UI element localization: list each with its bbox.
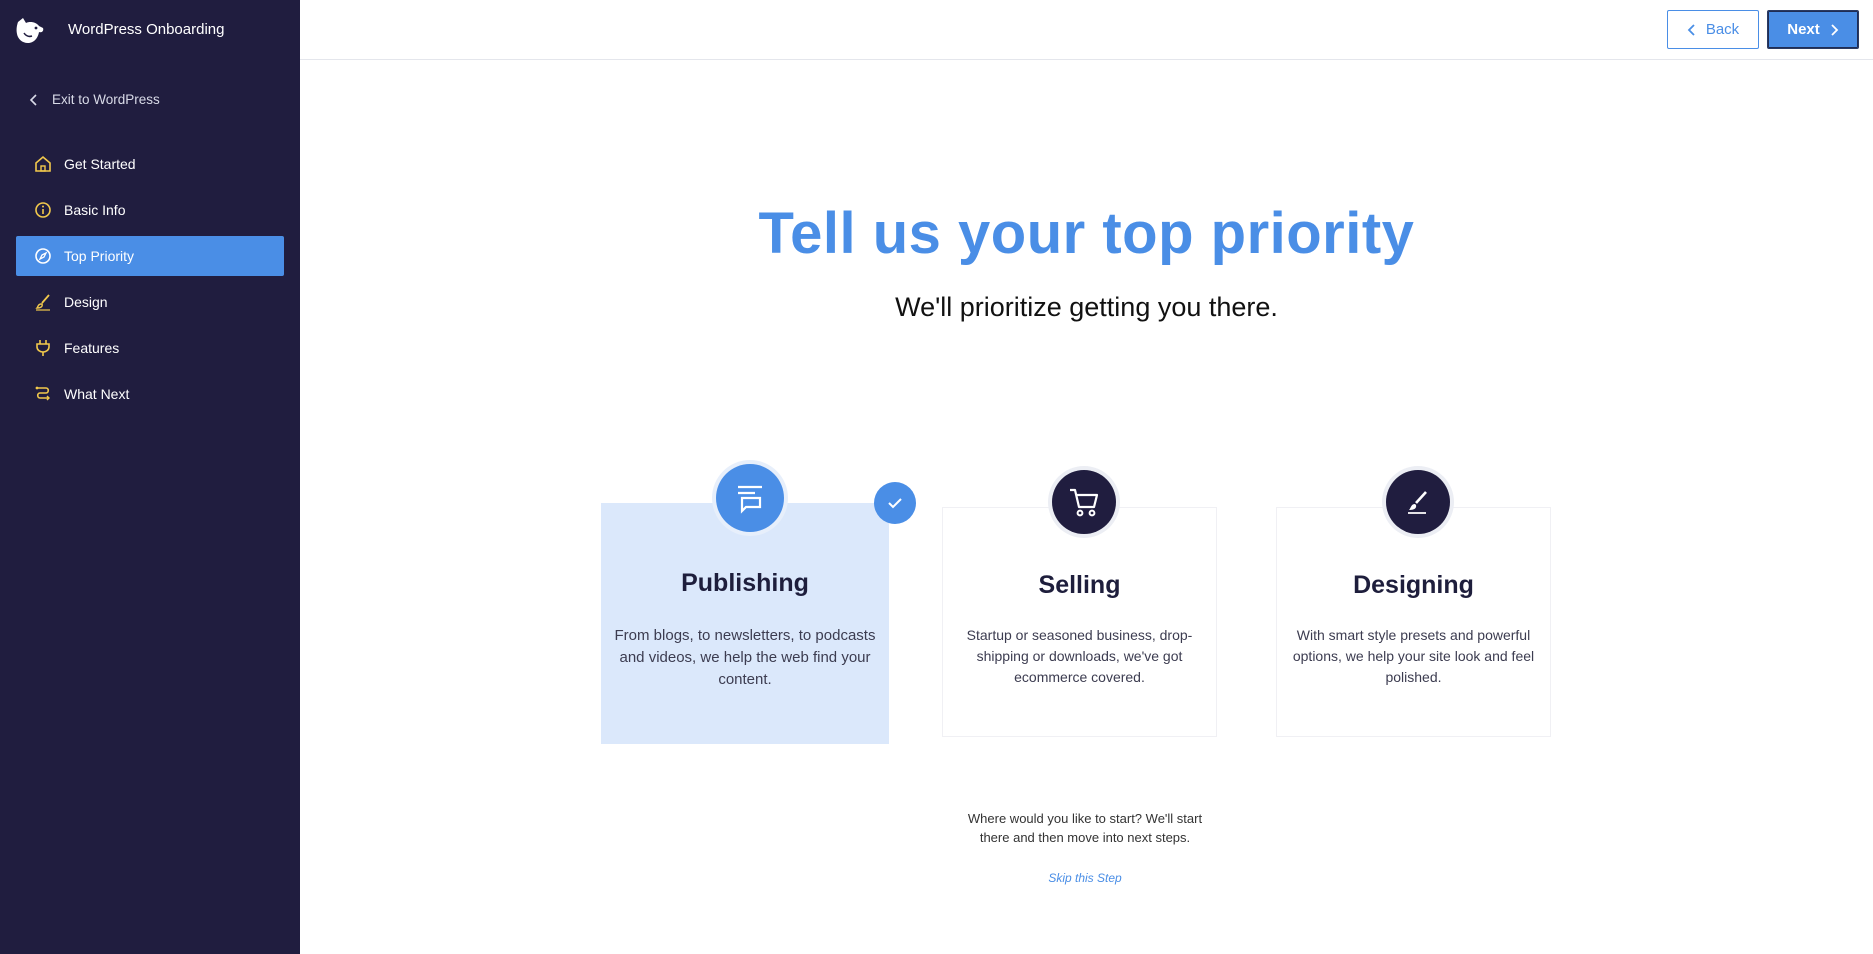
plug-icon [34,339,52,357]
route-icon [34,385,52,403]
chevron-left-icon [29,93,37,106]
priority-card-designing[interactable]: Designing With smart style presets and p… [1276,507,1551,737]
start-hint: Where would you like to start? We'll sta… [967,811,1203,845]
sidebar-item-label: Basic Info [64,202,126,218]
brush-icon [1386,470,1450,534]
next-button[interactable]: Next [1767,10,1859,49]
brush-icon [34,293,52,311]
compass-icon [34,247,52,265]
brand: WordPress Onboarding [14,12,224,48]
card-description: With smart style presets and powerful op… [1292,627,1535,685]
cart-icon [1052,470,1116,534]
sidebar-item-label: What Next [64,386,130,402]
info-icon [34,201,52,219]
priority-card-selling[interactable]: Selling Startup or seasoned business, dr… [942,507,1217,737]
sidebar-nav: Get Started Basic Info Top Priority Desi… [16,144,284,420]
sidebar-item-label: Top Priority [64,248,135,264]
sidebar-item-get-started[interactable]: Get Started [16,144,284,184]
sidebar-item-label: Design [64,294,108,310]
top-bar: Back Next [300,0,1873,60]
sidebar: WordPress Onboarding Exit to WordPress G… [0,0,300,954]
selected-check-icon [874,482,916,524]
card-description: Startup or seasoned business, drop-shipp… [966,627,1193,685]
chevron-right-icon [1831,23,1839,36]
home-icon [34,155,52,173]
back-button[interactable]: Back [1667,10,1759,49]
page-title: Tell us your top priority [758,201,1415,266]
card-title: Publishing [681,569,809,597]
sidebar-item-basic-info[interactable]: Basic Info [16,190,284,230]
sidebar-item-label: Features [64,340,120,356]
exit-to-wordpress-link[interactable]: Exit to WordPress [28,92,160,107]
back-label: Back [1705,21,1740,38]
next-label: Next [1787,21,1820,38]
publishing-icon [716,464,784,532]
priority-card-publishing[interactable]: Publishing From blogs, to newsletters, t… [601,503,889,744]
bear-logo-icon [16,18,44,43]
sidebar-item-features[interactable]: Features [16,328,284,368]
card-description: From blogs, to newsletters, to podcasts … [614,627,876,688]
chevron-left-icon [1687,23,1695,36]
sidebar-item-what-next[interactable]: What Next [16,374,284,414]
skip-step-link[interactable]: Skip this Step [1020,871,1150,885]
sidebar-item-top-priority[interactable]: Top Priority [16,236,284,276]
sidebar-item-design[interactable]: Design [16,282,284,322]
exit-label: Exit to WordPress [52,92,160,107]
app-title: WordPress Onboarding [68,21,225,38]
page-subtitle: We'll prioritize getting you there. [895,292,1278,322]
card-title: Selling [1038,571,1121,599]
card-title: Designing [1353,571,1474,599]
sidebar-item-label: Get Started [64,156,136,172]
